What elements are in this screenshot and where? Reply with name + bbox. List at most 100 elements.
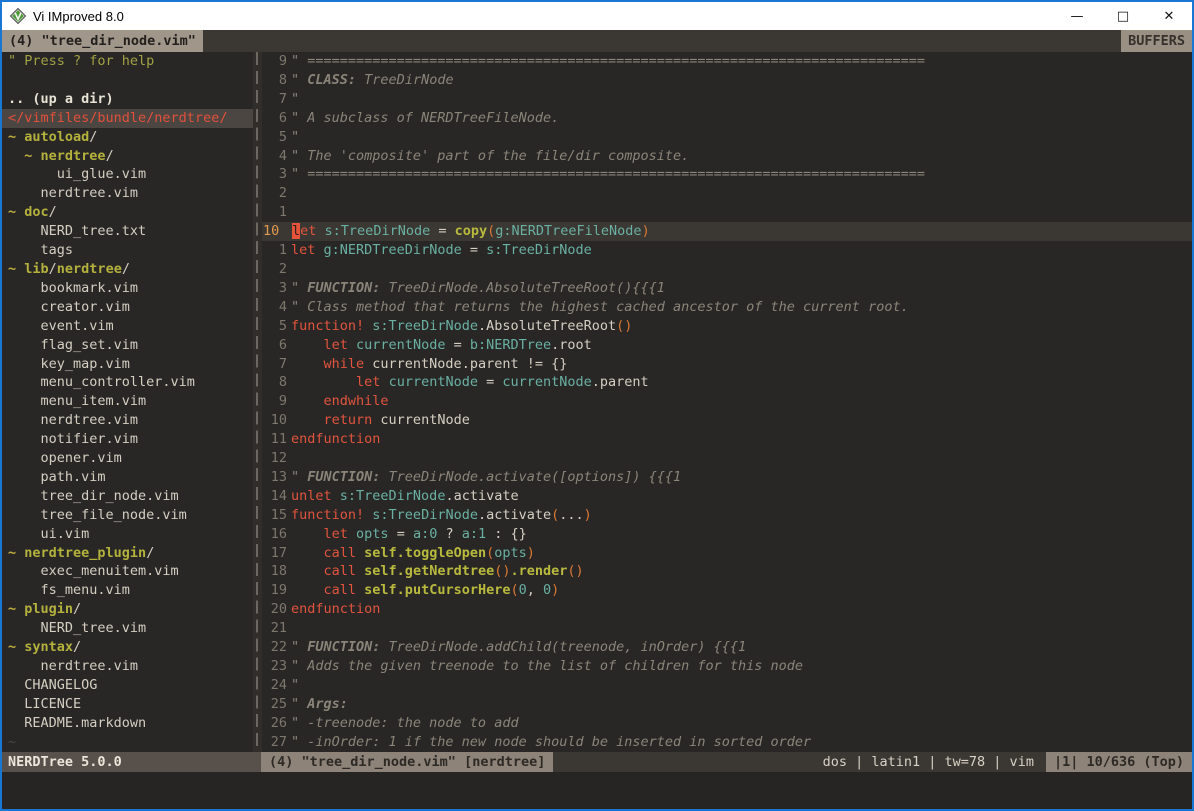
command-line[interactable] bbox=[2, 772, 1192, 809]
code-text: endfunction bbox=[291, 600, 1192, 619]
code-line[interactable]: 10 return currentNode bbox=[262, 411, 1192, 430]
code-line[interactable]: 20endfunction bbox=[262, 600, 1192, 619]
code-line[interactable]: 14unlet s:TreeDirNode.activate bbox=[262, 487, 1192, 506]
line-number: 23 bbox=[262, 657, 291, 676]
nerdtree-panel[interactable]: " Press ? for help .. (up a dir)</vimfile… bbox=[2, 52, 253, 752]
code-line[interactable]: 17 call self.toggleOpen(opts) bbox=[262, 544, 1192, 563]
vim-icon bbox=[10, 8, 26, 24]
code-text: " The 'composite' part of the file/dir c… bbox=[291, 147, 1192, 166]
code-line[interactable]: 12 bbox=[262, 449, 1192, 468]
tree-item[interactable]: notifier.vim bbox=[2, 430, 253, 449]
code-line[interactable]: 5" bbox=[262, 128, 1192, 147]
line-number: 9 bbox=[262, 52, 291, 71]
code-text: endfunction bbox=[291, 430, 1192, 449]
close-button[interactable]: ✕ bbox=[1146, 2, 1192, 30]
code-line[interactable]: 21 bbox=[262, 619, 1192, 638]
tree-item[interactable]: ~ syntax/ bbox=[2, 638, 253, 657]
tree-item[interactable]: NERD_tree.txt bbox=[2, 222, 253, 241]
line-number: 6 bbox=[262, 109, 291, 128]
tree-item[interactable]: ~ plugin/ bbox=[2, 600, 253, 619]
tree-item[interactable]: creator.vim bbox=[2, 298, 253, 317]
tree-item[interactable]: menu_controller.vim bbox=[2, 373, 253, 392]
tree-item[interactable]: ~ lib/nerdtree/ bbox=[2, 260, 253, 279]
tree-item[interactable]: exec_menuitem.vim bbox=[2, 562, 253, 581]
code-line[interactable]: 22" FUNCTION: TreeDirNode.addChild(treen… bbox=[262, 638, 1192, 657]
tree-item[interactable]: ~ bbox=[2, 733, 253, 752]
code-line[interactable]: 13" FUNCTION: TreeDirNode.activate([opti… bbox=[262, 468, 1192, 487]
line-number: 16 bbox=[262, 525, 291, 544]
code-text: " ======================================… bbox=[291, 52, 1192, 71]
code-line[interactable]: 7" bbox=[262, 90, 1192, 109]
tree-item[interactable]: CHANGELOG bbox=[2, 676, 253, 695]
tree-item[interactable]: flag_set.vim bbox=[2, 336, 253, 355]
line-number: 27 bbox=[262, 733, 291, 752]
tree-item[interactable]: ui_glue.vim bbox=[2, 165, 253, 184]
tree-item[interactable]: key_map.vim bbox=[2, 355, 253, 374]
line-number: 14 bbox=[262, 487, 291, 506]
code-line[interactable]: 3" =====================================… bbox=[262, 165, 1192, 184]
tree-item[interactable]: ~ nerdtree_plugin/ bbox=[2, 544, 253, 563]
tree-item[interactable]: ~ autoload/ bbox=[2, 128, 253, 147]
window-separator[interactable] bbox=[253, 52, 262, 752]
minimize-button[interactable]: — bbox=[1054, 2, 1100, 30]
tab-tree-dir-node[interactable]: (4) "tree_dir_node.vim" bbox=[2, 30, 203, 52]
code-text: function! s:TreeDirNode.AbsoluteTreeRoot… bbox=[291, 317, 1192, 336]
tree-item[interactable]: path.vim bbox=[2, 468, 253, 487]
editor-panel[interactable]: 9" =====================================… bbox=[262, 52, 1192, 752]
code-line[interactable]: 8 let currentNode = currentNode.parent bbox=[262, 373, 1192, 392]
line-number: 11 bbox=[262, 430, 291, 449]
tree-item[interactable]: tags bbox=[2, 241, 253, 260]
tree-item[interactable]: menu_item.vim bbox=[2, 392, 253, 411]
code-line[interactable]: 6" A subclass of NERDTreeFileNode. bbox=[262, 109, 1192, 128]
tree-item[interactable]: nerdtree.vim bbox=[2, 411, 253, 430]
tree-item[interactable]: ui.vim bbox=[2, 525, 253, 544]
tree-item[interactable]: " Press ? for help bbox=[2, 52, 253, 71]
code-line[interactable]: 19 call self.putCursorHere(0, 0) bbox=[262, 581, 1192, 600]
tree-item[interactable]: bookmark.vim bbox=[2, 279, 253, 298]
code-text: unlet s:TreeDirNode.activate bbox=[291, 487, 1192, 506]
tree-item[interactable]: .. (up a dir) bbox=[2, 90, 253, 109]
tree-item[interactable]: event.vim bbox=[2, 317, 253, 336]
code-text: endwhile bbox=[291, 392, 1192, 411]
tree-item[interactable]: ~ nerdtree/ bbox=[2, 147, 253, 166]
code-line[interactable]: 2 bbox=[262, 260, 1192, 279]
code-line[interactable]: 2 bbox=[262, 184, 1192, 203]
code-line[interactable]: 3" FUNCTION: TreeDirNode.AbsoluteTreeRoo… bbox=[262, 279, 1192, 298]
code-line[interactable]: 1let g:NERDTreeDirNode = s:TreeDirNode bbox=[262, 241, 1192, 260]
code-line[interactable]: 5function! s:TreeDirNode.AbsoluteTreeRoo… bbox=[262, 317, 1192, 336]
code-line[interactable]: 24" bbox=[262, 676, 1192, 695]
tree-item[interactable]: fs_menu.vim bbox=[2, 581, 253, 600]
code-line[interactable]: 6 let currentNode = b:NERDTree.root bbox=[262, 336, 1192, 355]
code-line[interactable]: 25" Args: bbox=[262, 695, 1192, 714]
code-line[interactable]: 11endfunction bbox=[262, 430, 1192, 449]
tree-item[interactable]: NERD_tree.vim bbox=[2, 619, 253, 638]
tree-item[interactable]: LICENCE bbox=[2, 695, 253, 714]
tree-item[interactable]: opener.vim bbox=[2, 449, 253, 468]
line-number: 21 bbox=[262, 619, 291, 638]
tree-item[interactable]: README.markdown bbox=[2, 714, 253, 733]
code-line[interactable]: 1 bbox=[262, 203, 1192, 222]
code-line[interactable]: 16 let opts = a:0 ? a:1 : {} bbox=[262, 525, 1192, 544]
tree-item[interactable] bbox=[2, 71, 253, 90]
maximize-button[interactable]: □ bbox=[1100, 2, 1146, 30]
code-line[interactable]: 27" -inOrder: 1 if the new node should b… bbox=[262, 733, 1192, 752]
line-number: 20 bbox=[262, 600, 291, 619]
code-line[interactable]: 8" CLASS: TreeDirNode bbox=[262, 71, 1192, 90]
tree-item[interactable]: nerdtree.vim bbox=[2, 657, 253, 676]
code-line[interactable]: 9" =====================================… bbox=[262, 52, 1192, 71]
code-line[interactable]: 4" The 'composite' part of the file/dir … bbox=[262, 147, 1192, 166]
code-line[interactable]: 18 call self.getNerdtree().render() bbox=[262, 562, 1192, 581]
tree-item[interactable]: </vimfiles/bundle/nerdtree/ bbox=[2, 109, 253, 128]
tree-item[interactable]: tree_file_node.vim bbox=[2, 506, 253, 525]
code-line[interactable]: 26" -treenode: the node to add bbox=[262, 714, 1192, 733]
tree-item[interactable]: tree_dir_node.vim bbox=[2, 487, 253, 506]
line-number: 13 bbox=[262, 468, 291, 487]
code-line[interactable]: 7 while currentNode.parent != {} bbox=[262, 355, 1192, 374]
code-line[interactable]: 15function! s:TreeDirNode.activate(...) bbox=[262, 506, 1192, 525]
tree-item[interactable]: ~ doc/ bbox=[2, 203, 253, 222]
tree-item[interactable]: nerdtree.vim bbox=[2, 184, 253, 203]
code-line[interactable]: 4" Class method that returns the highest… bbox=[262, 298, 1192, 317]
code-line[interactable]: 23" Adds the given treenode to the list … bbox=[262, 657, 1192, 676]
code-line[interactable]: 9 endwhile bbox=[262, 392, 1192, 411]
code-line[interactable]: 10let s:TreeDirNode = copy(g:NERDTreeFil… bbox=[262, 222, 1192, 241]
